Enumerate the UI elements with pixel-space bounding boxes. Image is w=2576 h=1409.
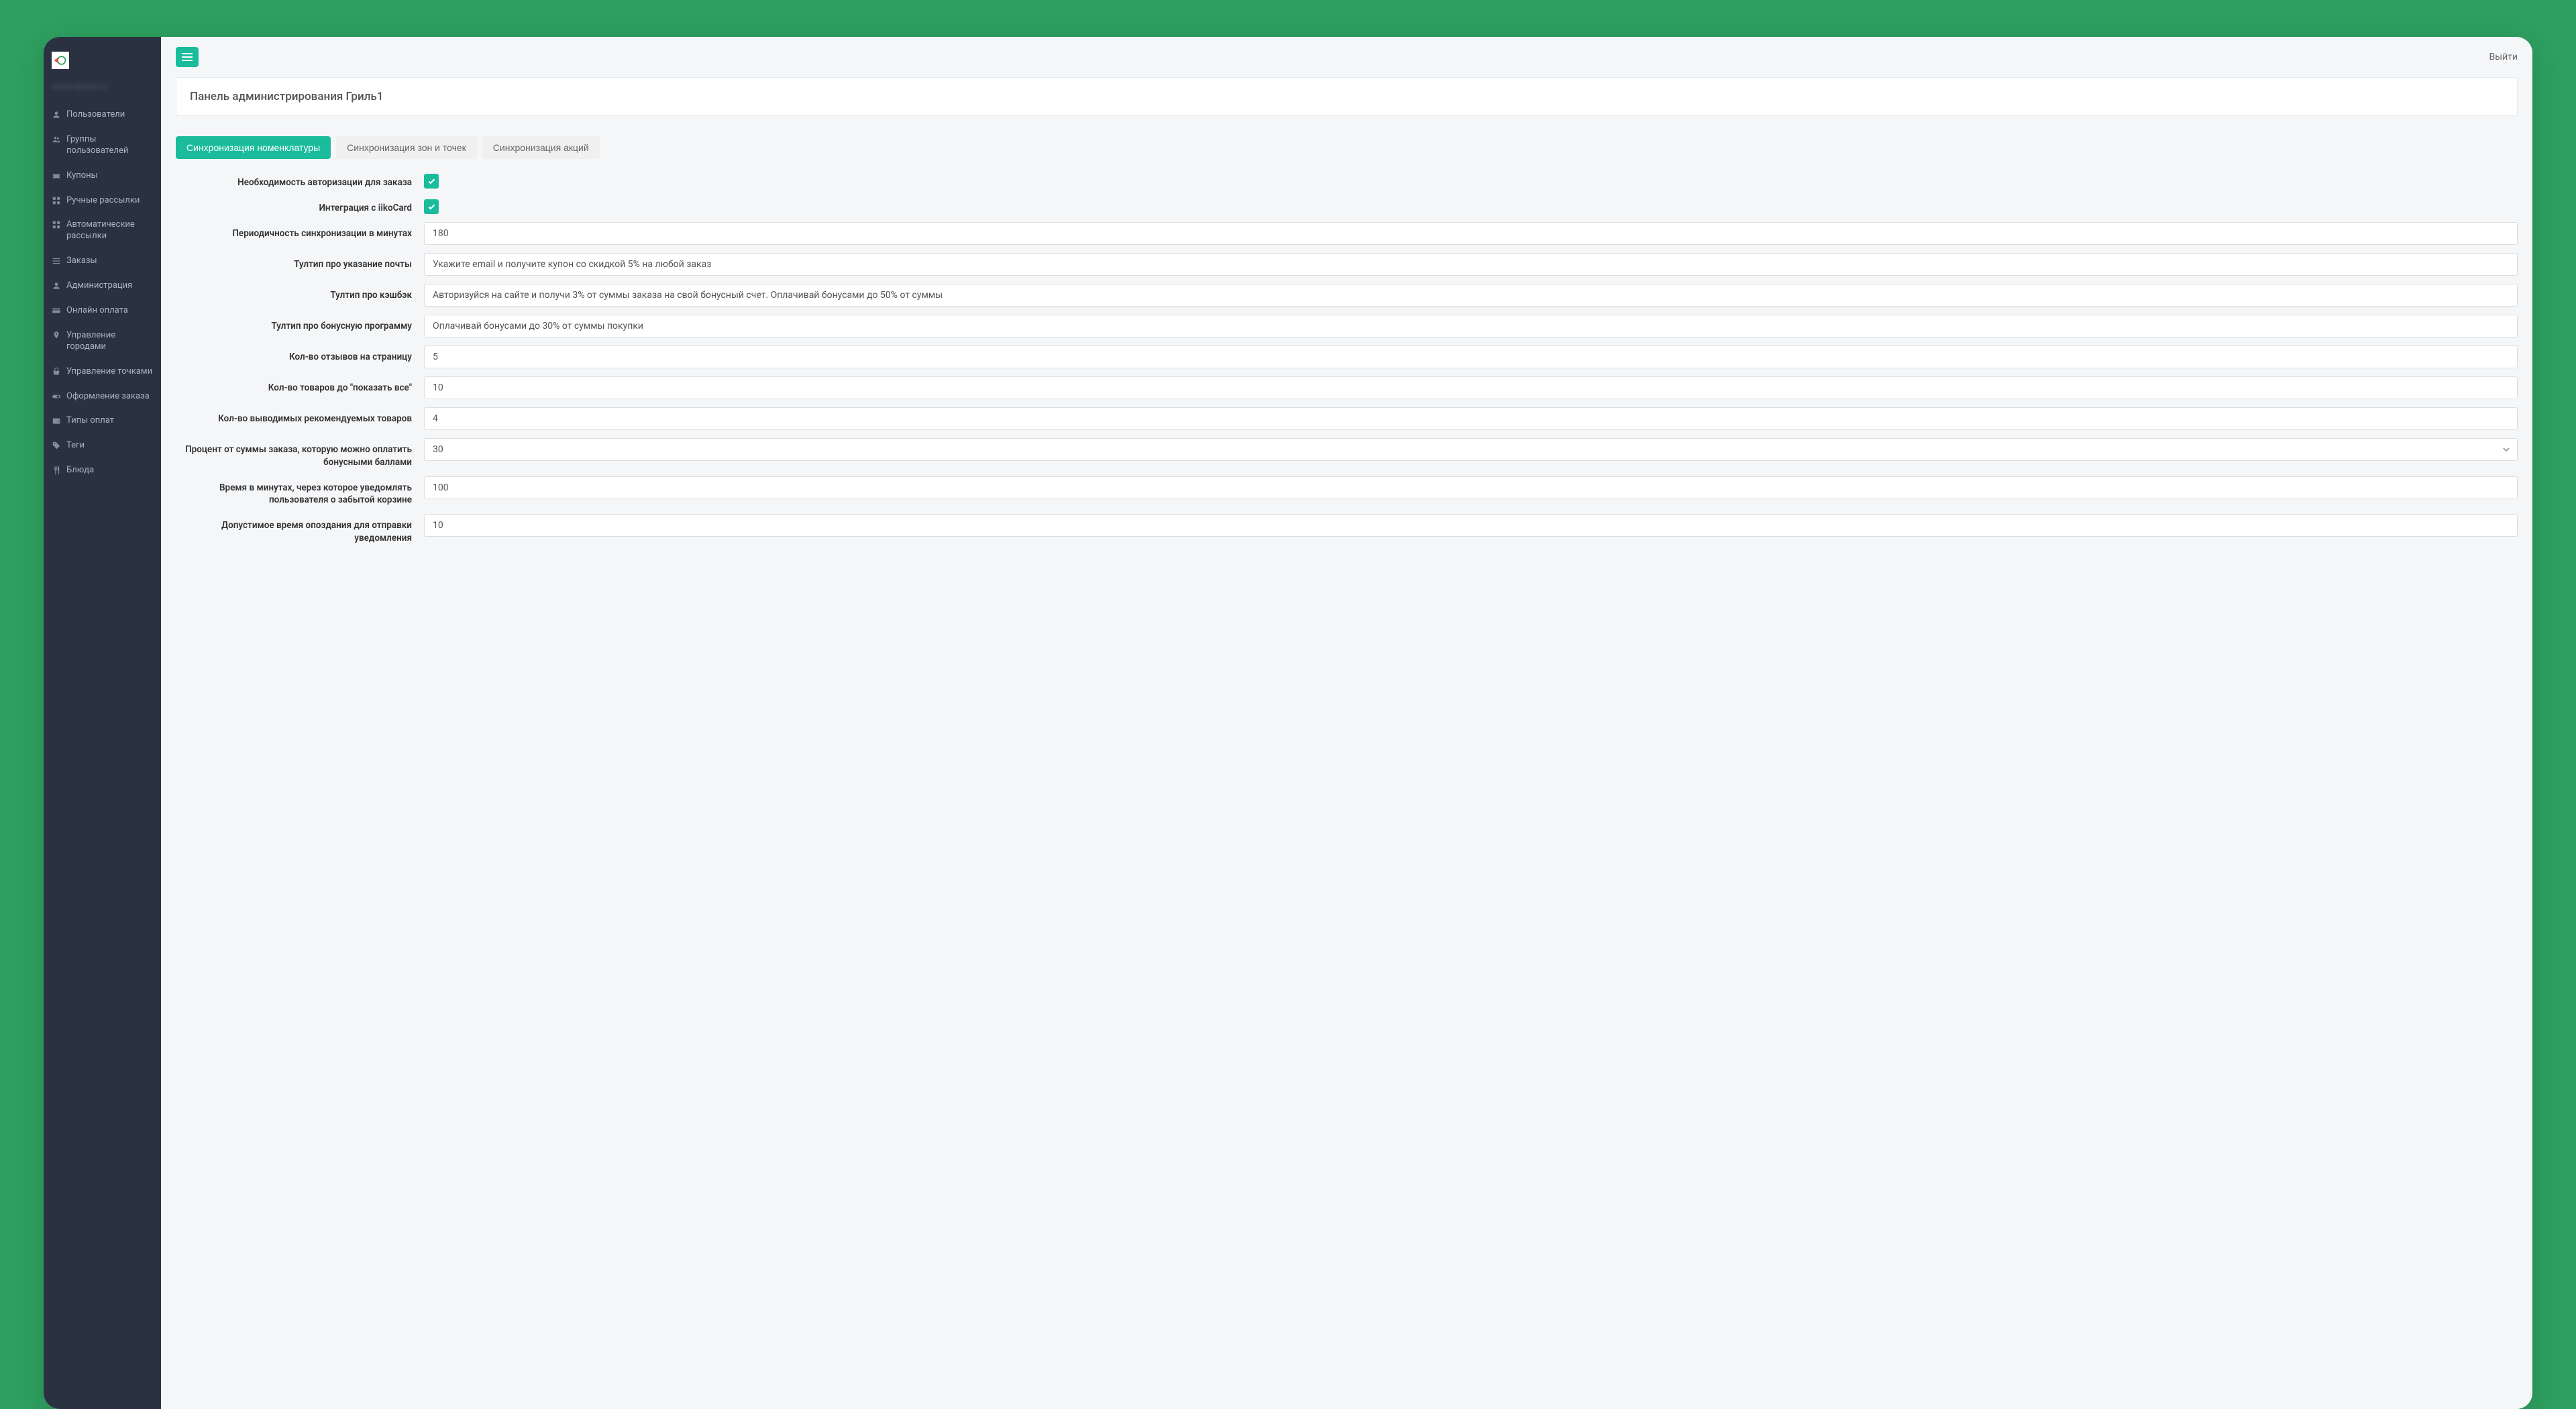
app-window: admin@site.ru Пользователи Группы пользо… <box>44 37 2532 1409</box>
sidebar-item-users[interactable]: Пользователи <box>44 103 161 127</box>
bonus-percent-select[interactable]: 30 <box>424 438 2518 461</box>
utensils-icon <box>52 466 61 475</box>
form-row-reviews-per-page: Кол-во отзывов на страницу <box>176 346 2518 368</box>
sidebar-item-label: Оформление заказа <box>66 391 150 403</box>
form-label: Тултип про бонусную программу <box>176 315 424 332</box>
form-row-auth-required: Необходимость авторизации для заказа <box>176 171 2518 189</box>
sidebar-item-label: Теги <box>66 440 85 452</box>
sidebar-item-label: Заказы <box>66 256 97 267</box>
sidebar-item-manual-mailings[interactable]: Ручные рассылки <box>44 189 161 213</box>
hamburger-icon <box>182 53 193 61</box>
sidebar-nav: Пользователи Группы пользователей Купоны… <box>44 103 161 483</box>
sidebar-item-tags[interactable]: Теги <box>44 433 161 458</box>
tooltip-cashback-input[interactable] <box>424 284 2518 307</box>
check-icon <box>427 203 436 211</box>
sidebar-user-label: admin@site.ru <box>44 75 161 103</box>
content-area: Панель администрирования Гриль1 Синхрони… <box>161 77 2532 567</box>
form-row-late-notify: Допустимое время опоздания для отправки … <box>176 514 2518 543</box>
form-label: Периодичность синхронизации в минутах <box>176 222 424 240</box>
sidebar-item-label: Онлайн оплата <box>66 305 128 317</box>
settings-form: Необходимость авторизации для заказа Инт… <box>176 171 2518 544</box>
items-before-show-all-input[interactable] <box>424 376 2518 399</box>
tag-icon <box>52 441 61 450</box>
auth-required-checkbox[interactable] <box>424 174 439 189</box>
tab-sync-promotions[interactable]: Синхронизация акций <box>482 136 600 159</box>
tab-sync-zones[interactable]: Синхронизация зон и точек <box>336 136 477 159</box>
tooltip-email-input[interactable] <box>424 253 2518 276</box>
app-logo <box>52 52 69 69</box>
form-label: Кол-во отзывов на страницу <box>176 346 424 363</box>
sidebar-item-dishes[interactable]: Блюда <box>44 458 161 483</box>
sidebar-item-cities[interactable]: Управление городами <box>44 323 161 360</box>
ticket-icon <box>52 171 61 180</box>
sync-period-input[interactable] <box>424 222 2518 245</box>
main-content: Выйти Панель администрирования Гриль1 Си… <box>161 37 2532 1409</box>
list-icon <box>52 256 61 266</box>
form-label: Время в минутах, через которое уведомлят… <box>176 476 424 506</box>
form-label: Процент от суммы заказа, которую можно о… <box>176 438 424 468</box>
form-row-items-before-show-all: Кол-во товаров до "показать все" <box>176 376 2518 399</box>
card-icon <box>52 306 61 315</box>
grid-icon <box>52 220 61 229</box>
tab-sync-nomenclature[interactable]: Синхронизация номенклатуры <box>176 136 331 159</box>
form-label: Необходимость авторизации для заказа <box>176 171 424 189</box>
sidebar-item-auto-mailings[interactable]: Автоматические рассылки <box>44 213 161 249</box>
sidebar-item-points[interactable]: Управление точками <box>44 360 161 384</box>
sidebar-item-orders[interactable]: Заказы <box>44 249 161 274</box>
sidebar-item-label: Блюда <box>66 465 94 476</box>
form-row-tooltip-email: Тултип про указание почты <box>176 253 2518 276</box>
user-icon <box>52 110 61 119</box>
user-icon <box>52 281 61 291</box>
wallet-icon <box>52 416 61 425</box>
sidebar-item-label: Типы оплат <box>66 415 114 427</box>
form-row-iiko: Интеграция с iikoCard <box>176 197 2518 214</box>
form-row-tooltip-cashback: Тултип про кэшбэк <box>176 284 2518 307</box>
sidebar-item-label: Группы пользователей <box>66 134 153 157</box>
sidebar-item-user-groups[interactable]: Группы пользователей <box>44 127 161 164</box>
form-label: Тултип про кэшбэк <box>176 284 424 301</box>
sidebar-item-administration[interactable]: Администрация <box>44 274 161 299</box>
logout-link[interactable]: Выйти <box>2489 52 2518 62</box>
sidebar-logo-wrap <box>44 52 161 75</box>
users-icon <box>52 135 61 144</box>
sidebar: admin@site.ru Пользователи Группы пользо… <box>44 37 161 1409</box>
page-title: Панель администрирования Гриль1 <box>190 90 2504 103</box>
sidebar-item-label: Ручные рассылки <box>66 195 140 207</box>
sidebar-item-online-payment[interactable]: Онлайн оплата <box>44 299 161 323</box>
tabs: Синхронизация номенклатуры Синхронизация… <box>176 136 2518 159</box>
pin-icon <box>52 331 61 340</box>
sidebar-item-coupons[interactable]: Купоны <box>44 164 161 189</box>
form-row-recommended-count: Кол-во выводимых рекомендуемых товаров <box>176 407 2518 430</box>
basket-icon <box>52 367 61 376</box>
page-title-card: Панель администрирования Гриль1 <box>176 77 2518 116</box>
sidebar-item-label: Купоны <box>66 170 98 182</box>
sidebar-item-label: Администрация <box>66 280 132 292</box>
check-icon <box>427 177 436 186</box>
iiko-integration-checkbox[interactable] <box>424 199 439 214</box>
form-row-abandoned-cart: Время в минутах, через которое уведомлят… <box>176 476 2518 506</box>
sidebar-toggle-button[interactable] <box>176 47 199 67</box>
tooltip-bonus-input[interactable] <box>424 315 2518 337</box>
form-row-bonus-percent: Процент от суммы заказа, которую можно о… <box>176 438 2518 468</box>
form-row-sync-period: Периодичность синхронизации в минутах <box>176 222 2518 245</box>
form-label: Интеграция с iikoCard <box>176 197 424 214</box>
recommended-count-input[interactable] <box>424 407 2518 430</box>
form-label: Кол-во выводимых рекомендуемых товаров <box>176 407 424 425</box>
late-notify-input[interactable] <box>424 514 2518 537</box>
sidebar-item-label: Управление точками <box>66 366 152 378</box>
form-label: Тултип про указание почты <box>176 253 424 270</box>
sidebar-item-label: Пользователи <box>66 109 125 121</box>
sidebar-item-label: Управление городами <box>66 330 153 353</box>
sidebar-item-checkout[interactable]: Оформление заказа <box>44 384 161 409</box>
toggle-icon <box>52 392 61 401</box>
grid-icon <box>52 196 61 205</box>
sidebar-item-payment-types[interactable]: Типы оплат <box>44 409 161 433</box>
form-row-tooltip-bonus: Тултип про бонусную программу <box>176 315 2518 337</box>
reviews-per-page-input[interactable] <box>424 346 2518 368</box>
form-label: Кол-во товаров до "показать все" <box>176 376 424 394</box>
sidebar-item-label: Автоматические рассылки <box>66 219 153 242</box>
topbar: Выйти <box>161 37 2532 77</box>
abandoned-cart-input[interactable] <box>424 476 2518 499</box>
form-label: Допустимое время опоздания для отправки … <box>176 514 424 543</box>
